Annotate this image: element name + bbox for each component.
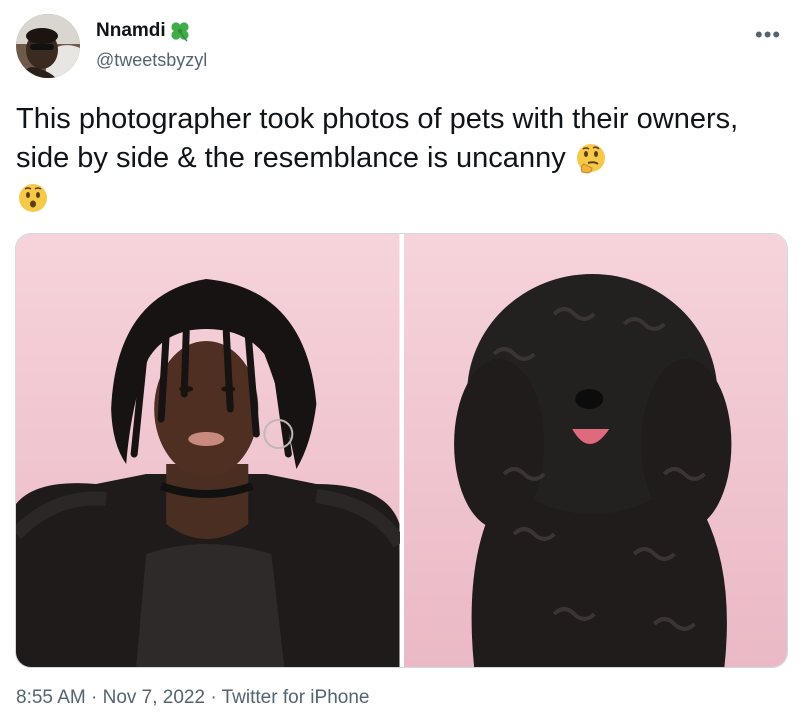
avatar[interactable] (16, 14, 80, 78)
tweet-date[interactable]: Nov 7, 2022 (103, 687, 205, 708)
author-name-row[interactable]: Nnamdi (96, 20, 191, 42)
four-leaf-clover-icon (171, 22, 189, 42)
dog-photo[interactable] (403, 234, 787, 667)
tweet-source: Twitter for iPhone (221, 687, 370, 708)
dog-portrait-icon (403, 234, 787, 667)
person-portrait-icon (16, 234, 406, 667)
tweet: Nnamdi @tweetsbyzyl ••• This photographe… (0, 0, 800, 727)
more-dots-icon[interactable]: ••• (755, 22, 781, 48)
thinking-face-icon (576, 144, 605, 174)
meta-separator: · (91, 687, 98, 708)
tweet-time[interactable]: 8:55 AM (16, 687, 86, 708)
tweet-text: This photographer took photos of pets wi… (16, 100, 786, 217)
tweet-meta: 8:55 AM · Nov 7, 2022 · Twitter for iPho… (16, 687, 369, 709)
meta-separator: · (210, 687, 217, 708)
tweet-text-body: This photographer took photos of pets wi… (16, 103, 739, 174)
hushed-face-icon (19, 184, 47, 213)
avatar-image (16, 14, 80, 78)
owner-photo[interactable] (16, 234, 406, 667)
media-grid (15, 233, 788, 668)
display-name[interactable]: Nnamdi (96, 20, 166, 42)
author-handle[interactable]: @tweetsbyzyl (96, 50, 207, 71)
